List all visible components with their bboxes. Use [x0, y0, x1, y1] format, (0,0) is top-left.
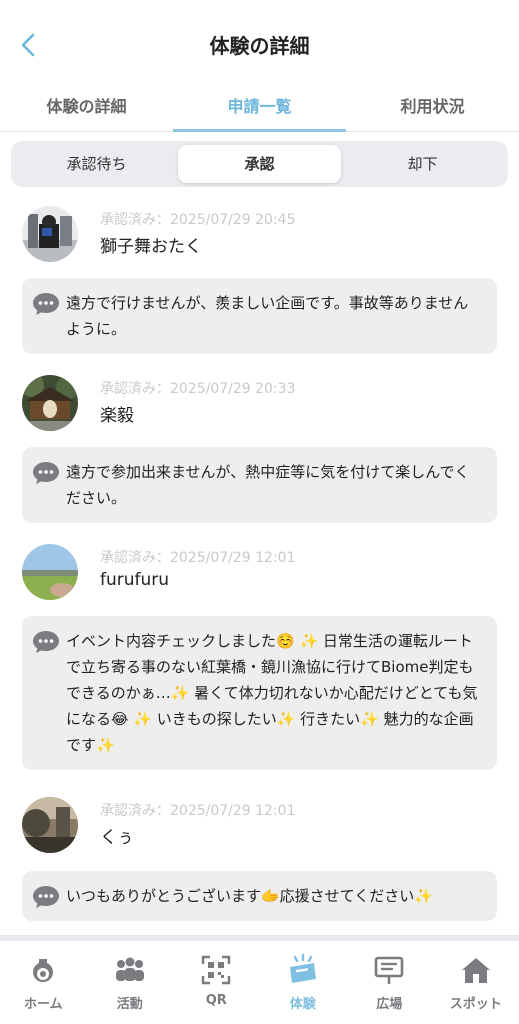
comment-text: イベント内容チェックしました☺️ ✨ 日常生活の運転ルートで立ち寄る事のない紅葉… [66, 632, 478, 754]
speech-bubble-icon [33, 886, 59, 908]
ticket-icon [289, 953, 316, 983]
comment-text: 遠方で参加出来ませんが、熱中症等に気を付けて楽しんでください。 [66, 463, 470, 507]
nav-label: ホーム [23, 997, 63, 1012]
bottom-navigation: ホーム 活動 QR 体験 広場 スポット [0, 941, 519, 1024]
applicant-name: くぅ [100, 828, 134, 848]
nav-label: 体験 [289, 997, 316, 1012]
segment-pending[interactable]: 承認待ち [15, 145, 178, 183]
house-icon [461, 958, 490, 983]
nav-plaza[interactable]: 広場 [346, 941, 433, 1024]
nav-experience[interactable]: 体験 [260, 941, 347, 1024]
nav-label: 広場 [376, 997, 403, 1012]
comment-bubble: いつもありがとうございます🫱応援させてください✨ [22, 871, 497, 921]
speech-bubble-icon [33, 631, 59, 653]
nav-label: スポット [449, 997, 502, 1012]
applicant-name: 獅子舞おたく [100, 237, 202, 257]
avatar[interactable] [22, 797, 78, 853]
tab-applications[interactable]: 申請一覧 [173, 86, 346, 132]
nav-label: 活動 [116, 997, 143, 1012]
comment-text: 遠方で行けませんが、羨ましい企画です。事故等ありませんように。 [66, 294, 469, 338]
people-icon [115, 957, 144, 981]
nav-qr[interactable]: QR [173, 941, 260, 1024]
home-icon [33, 959, 54, 983]
applicant-name: furufuru [100, 570, 170, 590]
comment-bubble: 遠方で参加出来ませんが、熱中症等に気を付けて楽しんでください。 [22, 447, 497, 523]
avatar[interactable] [22, 375, 78, 431]
speech-bubble-icon [33, 462, 59, 484]
nav-spot[interactable]: スポット [433, 941, 519, 1024]
tab-details[interactable]: 体験の詳細 [0, 86, 173, 131]
comment-text: いつもありがとうございます🫱応援させてください✨ [66, 887, 433, 905]
nav-home[interactable]: ホーム [0, 941, 87, 1024]
signboard-icon [374, 956, 404, 984]
page-title: 体験の詳細 [209, 34, 310, 58]
approval-timestamp: 承認済み：2025/07/29 12:01 [100, 550, 296, 566]
application-list: 承認済み：2025/07/29 20:45 獅子舞おたく 遠方で行けませんが、羨… [0, 200, 519, 935]
tab-usage[interactable]: 利用状況 [346, 86, 519, 131]
nav-activity[interactable]: 活動 [87, 941, 174, 1024]
qr-icon [202, 955, 231, 985]
approval-timestamp: 承認済み：2025/07/29 20:45 [100, 212, 296, 228]
avatar[interactable] [22, 206, 78, 262]
approval-timestamp: 承認済み：2025/07/29 12:01 [100, 803, 296, 819]
comment-bubble: イベント内容チェックしました☺️ ✨ 日常生活の運転ルートで立ち寄る事のない紅葉… [22, 616, 497, 770]
comment-bubble: 遠方で行けませんが、羨ましい企画です。事故等ありませんように。 [22, 278, 497, 354]
applicant-name: 楽毅 [100, 406, 134, 426]
speech-bubble-icon [33, 293, 59, 315]
avatar[interactable] [22, 544, 78, 600]
segment-rejected[interactable]: 却下 [341, 145, 504, 183]
header: 体験の詳細 [0, 0, 519, 86]
approval-timestamp: 承認済み：2025/07/29 20:33 [100, 381, 296, 397]
tab-bar: 体験の詳細 申請一覧 利用状況 [0, 86, 519, 132]
nav-label: QR [205, 993, 227, 1008]
status-segmented-control: 承認待ち 承認 却下 [11, 141, 508, 187]
segment-approved[interactable]: 承認 [178, 145, 341, 183]
